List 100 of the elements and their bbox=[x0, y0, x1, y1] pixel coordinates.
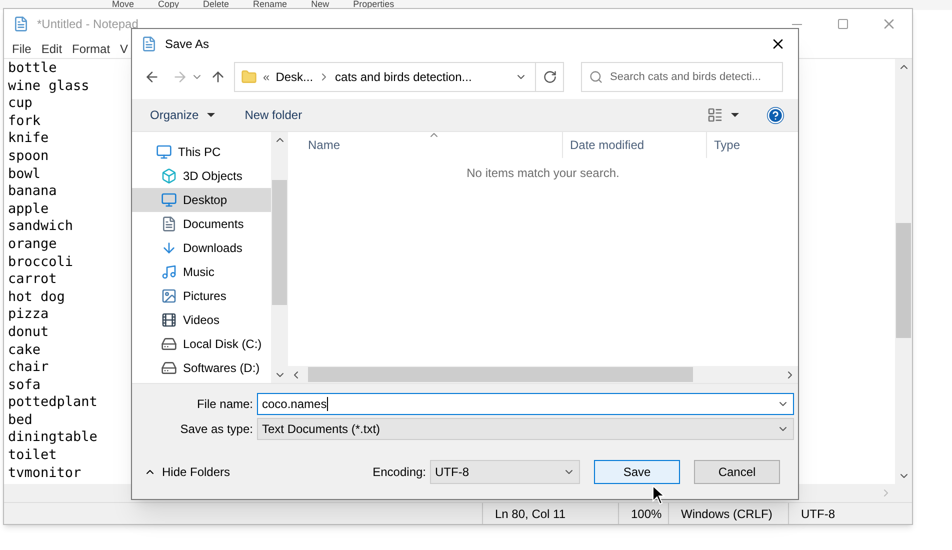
nav-item-label: Pictures bbox=[183, 288, 226, 305]
text-line: bottle bbox=[8, 60, 57, 78]
nav-pane-item[interactable]: Videos bbox=[132, 308, 271, 332]
caret-icon bbox=[206, 113, 215, 117]
text-line: toilet bbox=[8, 447, 57, 465]
column-header[interactable]: Type bbox=[706, 132, 798, 158]
text-line: tvmonitor bbox=[8, 464, 82, 482]
vertical-scrollbar[interactable] bbox=[895, 59, 912, 484]
text-line: bed bbox=[8, 412, 32, 430]
document-icon bbox=[161, 216, 177, 232]
column-header[interactable]: Name bbox=[288, 132, 562, 158]
down-arrow-icon bbox=[161, 240, 177, 256]
search-icon bbox=[589, 70, 603, 84]
save-button[interactable]: Save bbox=[594, 460, 680, 484]
text-line: hot dog bbox=[8, 288, 65, 306]
nav-pane-item[interactable]: This PC bbox=[132, 140, 271, 164]
column-header[interactable]: Date modified bbox=[562, 132, 706, 158]
text-line: cup bbox=[8, 95, 32, 113]
text-line: bowl bbox=[8, 166, 41, 184]
breadcrumb-segment[interactable]: cats and birds detection... bbox=[335, 68, 472, 86]
text-line: diningtable bbox=[8, 429, 98, 448]
hide-folders-button[interactable]: Hide Folders bbox=[144, 462, 230, 482]
nav-scrollbar[interactable] bbox=[271, 132, 288, 383]
up-arrow-icon bbox=[210, 69, 226, 85]
nav-item-label: Documents bbox=[183, 216, 244, 233]
empty-message: No items match your search. bbox=[466, 165, 620, 182]
field-label: Save as type: bbox=[179, 421, 253, 438]
drive-icon bbox=[161, 336, 177, 352]
ribbon-label: Rename bbox=[253, 0, 288, 10]
breadcrumb-segment[interactable]: Desk... bbox=[276, 68, 314, 86]
menu-item[interactable]: V bbox=[120, 40, 128, 58]
picture-icon bbox=[161, 288, 177, 304]
caret-icon bbox=[731, 113, 739, 117]
nav-pane-item[interactable]: Downloads bbox=[132, 236, 271, 260]
maximize-icon bbox=[837, 18, 849, 30]
text-line: sofa bbox=[8, 376, 41, 394]
ribbon-label: Delete bbox=[203, 0, 230, 10]
text-line: pizza bbox=[8, 306, 49, 324]
nav-pane-item[interactable]: Pictures bbox=[132, 284, 271, 308]
nav-pane-item[interactable]: Local Disk (C:) bbox=[132, 332, 271, 356]
notepad-icon bbox=[141, 36, 157, 52]
breadcrumb-overflow[interactable]: « bbox=[263, 68, 270, 86]
nav-pane-item[interactable]: Desktop bbox=[132, 188, 271, 212]
ribbon-label: Copy bbox=[158, 0, 180, 10]
text-line: cake bbox=[8, 342, 41, 360]
text-line: sandwich bbox=[8, 218, 74, 236]
horizontal-scrollbar[interactable] bbox=[288, 366, 798, 383]
search-field[interactable]: Search cats and birds detecti... bbox=[581, 62, 783, 92]
save-as-type-dropdown[interactable]: Text Documents (*.txt) bbox=[257, 418, 794, 440]
list-view-icon bbox=[707, 107, 723, 123]
encoding-label: Encoding: bbox=[372, 464, 426, 481]
nav-item-label: Music bbox=[183, 264, 214, 281]
nav-item-label: This PC bbox=[178, 144, 221, 161]
new-folder-button[interactable]: New folder bbox=[236, 103, 310, 127]
text-line: spoon bbox=[8, 148, 49, 166]
cube-icon bbox=[161, 168, 177, 184]
folder-icon bbox=[241, 69, 257, 85]
text-line: orange bbox=[8, 236, 57, 254]
menu-item[interactable]: File bbox=[12, 40, 32, 58]
dialog-title: Save As bbox=[165, 36, 210, 53]
text-line: knife bbox=[8, 130, 49, 148]
address-bar[interactable]: « Desk... cats and birds detection... bbox=[234, 62, 564, 92]
text-line: banana bbox=[8, 183, 57, 201]
scrollbar-thumb[interactable] bbox=[308, 367, 693, 382]
text-line: pottedplant bbox=[8, 394, 98, 412]
text-line: donut bbox=[8, 324, 49, 342]
nav-item-label: Softwares (D:) bbox=[183, 360, 260, 377]
nav-pane-item[interactable]: 3D Objects bbox=[132, 164, 271, 188]
text-line: carrot bbox=[8, 271, 57, 289]
film-icon bbox=[161, 312, 177, 328]
notepad-icon bbox=[13, 16, 29, 32]
refresh-icon bbox=[542, 70, 556, 84]
status-bar-item: Ln 80, Col 11 bbox=[482, 503, 618, 524]
scrollbar-thumb[interactable] bbox=[896, 223, 911, 338]
text-line: apple bbox=[8, 200, 49, 218]
nav-pane-item[interactable]: Documents bbox=[132, 212, 271, 236]
help-button[interactable] bbox=[767, 106, 784, 124]
nav-item-label: Local Disk (C:) bbox=[183, 336, 262, 353]
menu-item[interactable]: Format bbox=[72, 40, 110, 58]
music-note-icon bbox=[161, 264, 177, 280]
nav-item-label: Downloads bbox=[183, 240, 242, 257]
ribbon-label: New bbox=[311, 0, 330, 10]
text-line: wine glass bbox=[8, 78, 90, 96]
computer-icon bbox=[156, 144, 172, 160]
ribbon-label: Move bbox=[112, 0, 134, 10]
organize-menu[interactable]: Organize bbox=[142, 103, 223, 127]
menu-item[interactable]: Edit bbox=[41, 40, 62, 58]
nav-pane-item[interactable]: Softwares (D:) bbox=[132, 356, 271, 380]
status-bar-item: UTF-8 bbox=[788, 503, 888, 524]
status-bar-item: Windows (CRLF) bbox=[668, 503, 788, 524]
ribbon-label: Properties bbox=[353, 0, 394, 10]
mouse-cursor-icon bbox=[652, 485, 665, 505]
monitor-icon bbox=[161, 192, 177, 208]
file-name-field[interactable]: coco.names bbox=[257, 393, 794, 415]
nav-pane-item[interactable]: Music bbox=[132, 260, 271, 284]
nav-item-label: Videos bbox=[183, 312, 220, 329]
scrollbar-thumb[interactable] bbox=[272, 180, 287, 305]
field-label: File name: bbox=[196, 396, 253, 413]
encoding-dropdown[interactable]: UTF-8 bbox=[430, 460, 580, 484]
cancel-button[interactable]: Cancel bbox=[694, 460, 780, 484]
